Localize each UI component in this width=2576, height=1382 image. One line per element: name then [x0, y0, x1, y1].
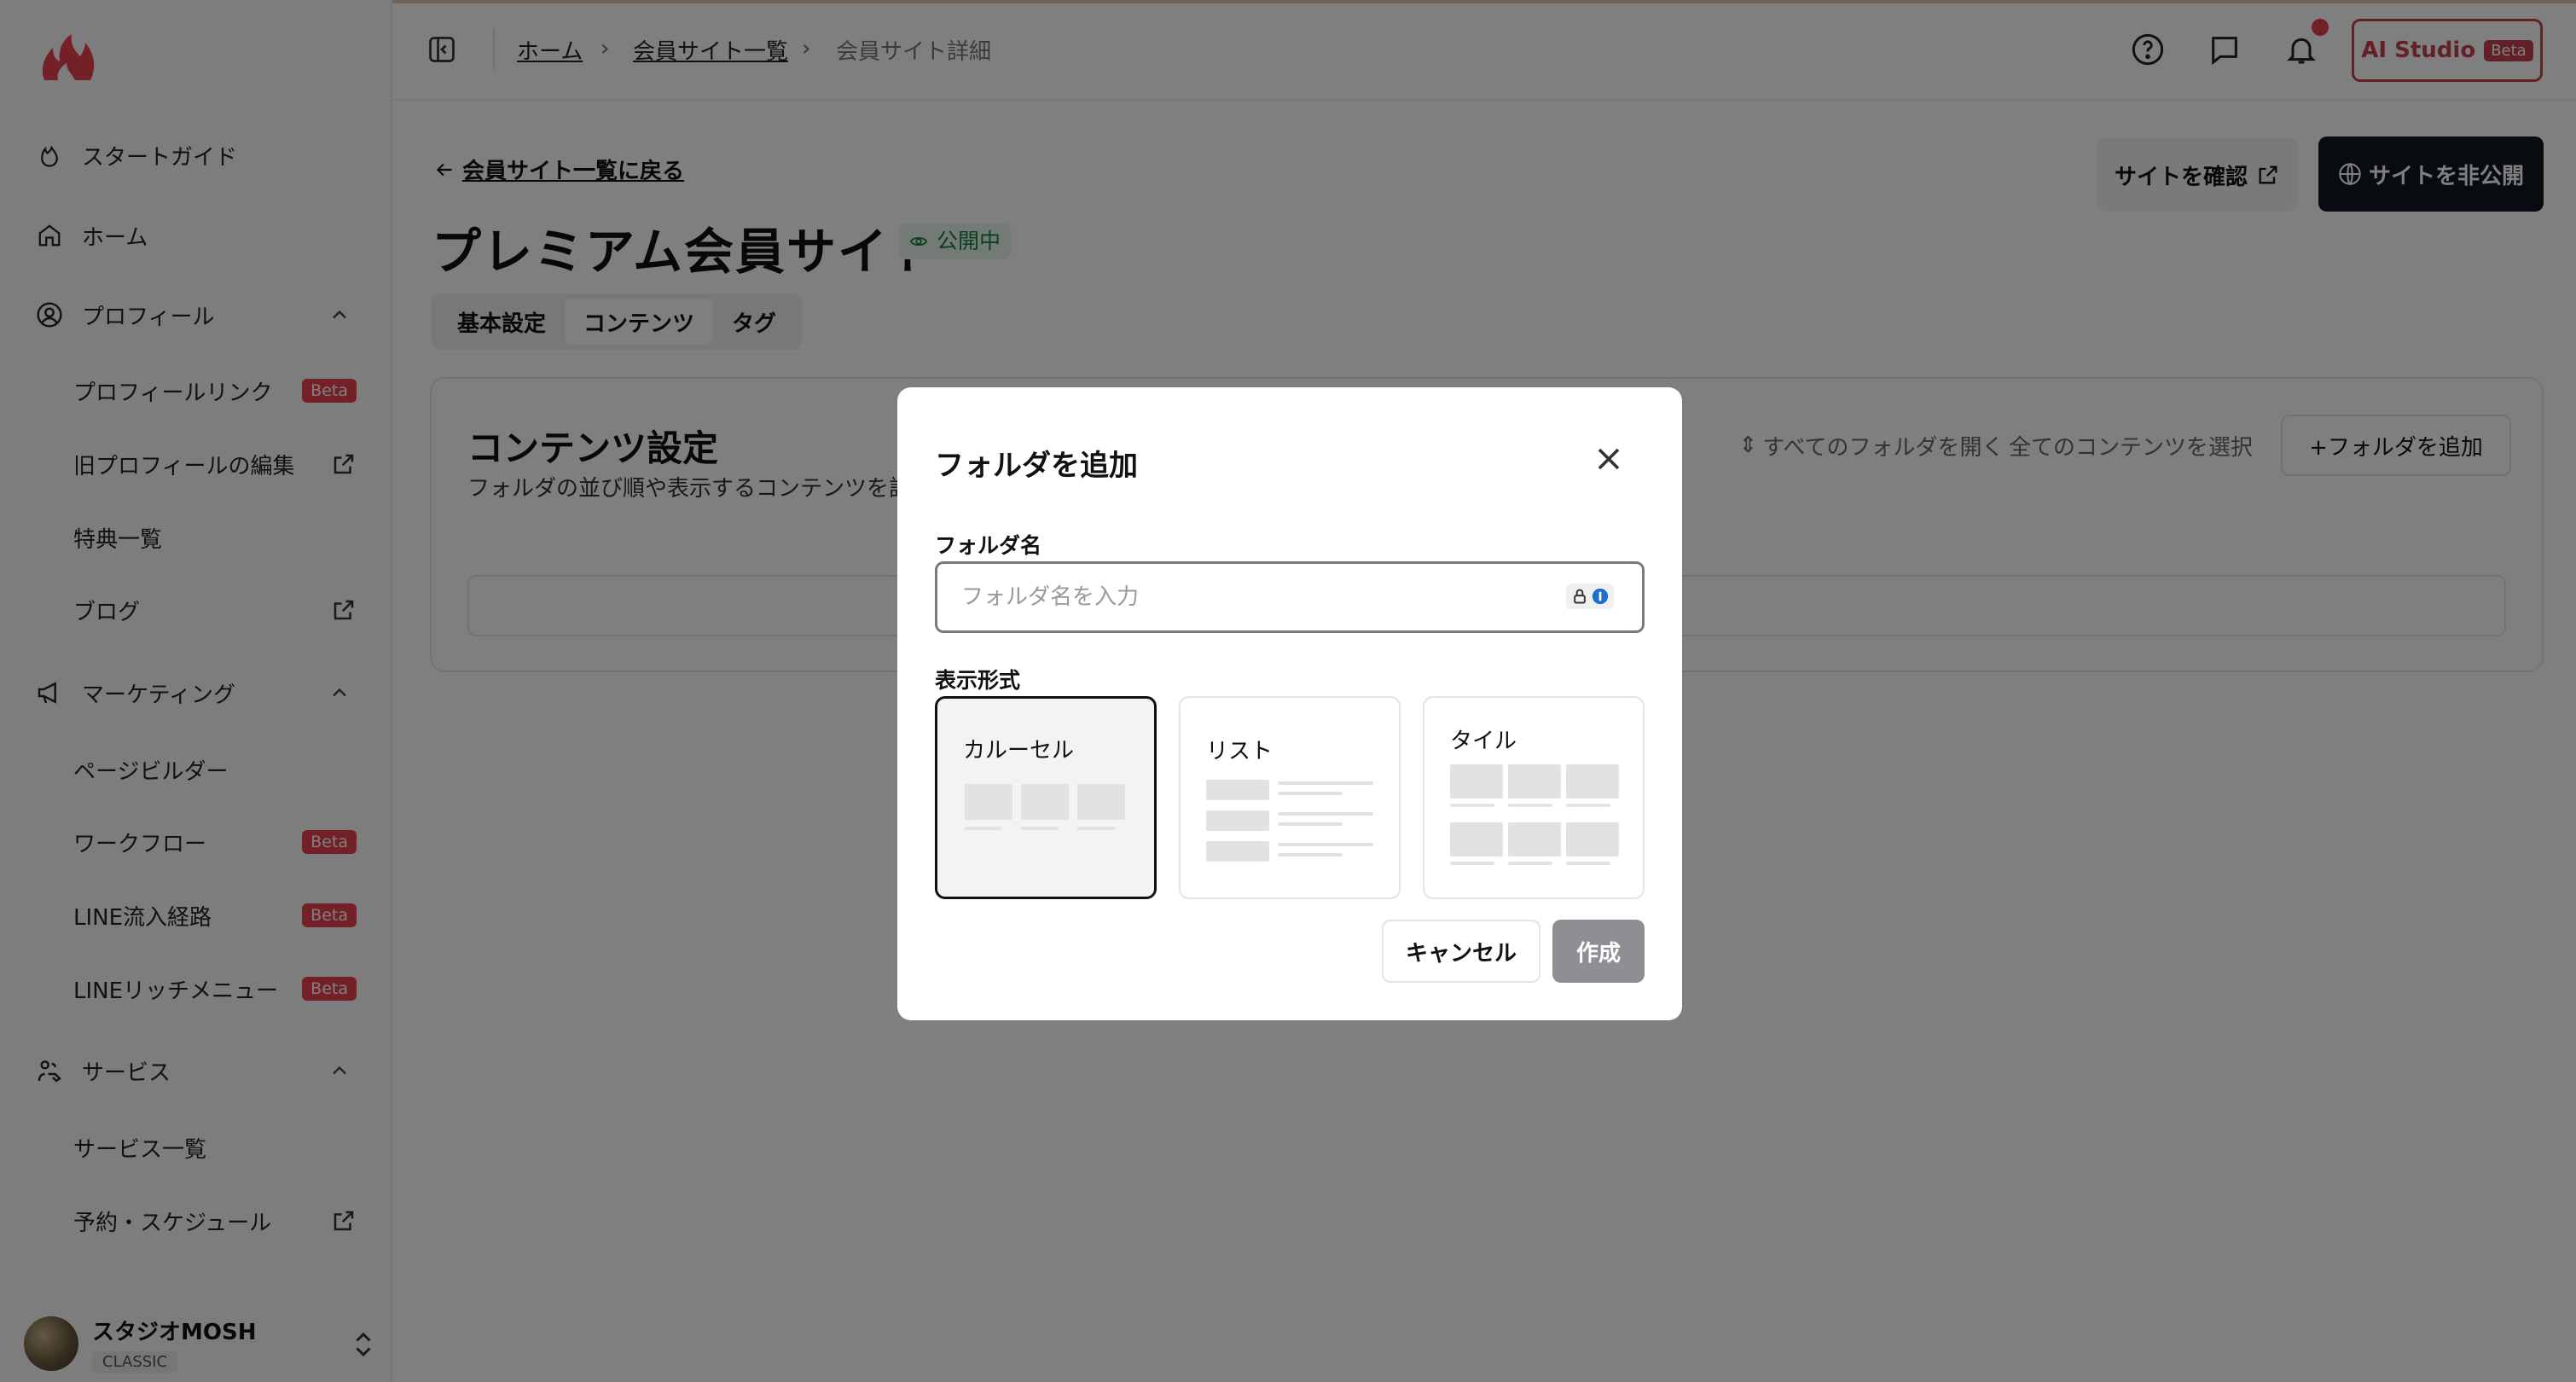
format-option-list[interactable]: リスト [1179, 696, 1401, 899]
folder-name-label: フォルダ名 [935, 533, 1042, 558]
create-button[interactable]: 作成 [1552, 920, 1645, 983]
format-option-label: タイル [1450, 729, 1517, 754]
add-folder-modal: フォルダを追加 フォルダ名 表示形式 カルーセル リスト [897, 387, 1682, 1020]
carousel-preview [965, 784, 1132, 835]
tile-preview [1450, 764, 1621, 875]
format-option-label: リスト [1206, 739, 1273, 764]
list-preview [1206, 780, 1377, 865]
format-option-tile[interactable]: タイル [1423, 696, 1645, 899]
folder-name-input[interactable] [935, 561, 1645, 633]
modal-title: フォルダを追加 [935, 449, 1138, 483]
display-format-label: 表示形式 [935, 668, 1021, 693]
close-icon[interactable] [1590, 440, 1627, 478]
format-option-carousel[interactable]: カルーセル [935, 696, 1157, 899]
format-option-label: カルーセル [963, 738, 1075, 764]
cancel-button[interactable]: キャンセル [1382, 920, 1540, 983]
password-manager-icon[interactable] [1566, 584, 1614, 609]
